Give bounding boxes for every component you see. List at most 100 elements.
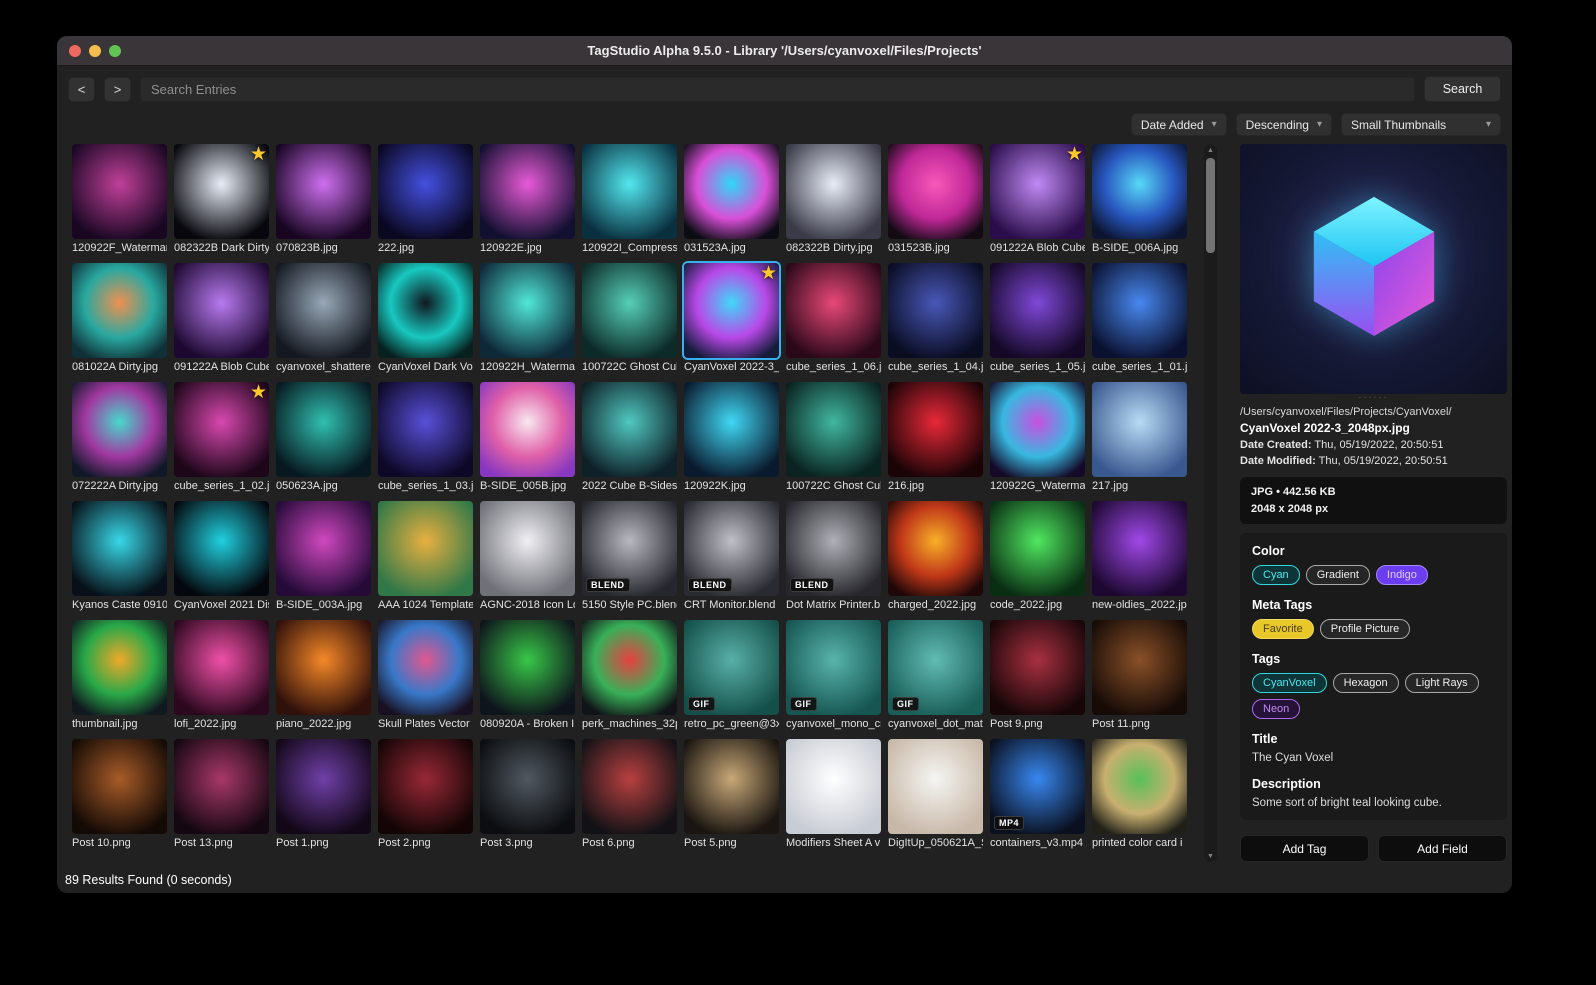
resize-handle[interactable]: ······ xyxy=(1240,393,1507,402)
grid-item[interactable]: ★ 082322B Dark Dirty xyxy=(174,144,269,254)
minimize-button[interactable] xyxy=(89,44,101,57)
grid-item[interactable]: 120922K.jpg xyxy=(684,382,779,492)
thumbnail-image[interactable] xyxy=(786,263,881,358)
grid-item[interactable]: cyanvoxel_shattered xyxy=(276,263,371,373)
thumbnail-image[interactable] xyxy=(888,144,983,239)
grid-item[interactable]: 080920A - Broken I xyxy=(480,620,575,730)
grid-item[interactable]: cube_series_1_04.jpg xyxy=(888,263,983,373)
grid-item[interactable]: code_2022.jpg xyxy=(990,501,1085,611)
grid-item[interactable]: Post 11.png xyxy=(1092,620,1187,730)
grid-item[interactable]: Post 10.png xyxy=(72,739,167,849)
grid-item[interactable]: perk_machines_32p xyxy=(582,620,677,730)
thumbnail-image[interactable] xyxy=(276,620,371,715)
tag-pill[interactable]: Neon xyxy=(1252,699,1301,719)
thumbnail-image[interactable] xyxy=(276,501,371,596)
scroll-down-icon[interactable]: ▼ xyxy=(1207,850,1214,862)
zoom-button[interactable] xyxy=(109,44,121,57)
thumbnail-image[interactable] xyxy=(684,739,779,834)
grid-item[interactable]: CyanVoxel Dark Vox xyxy=(378,263,473,373)
search-input[interactable] xyxy=(140,76,1415,102)
thumbnail-image[interactable] xyxy=(378,263,473,358)
thumbnail-image[interactable] xyxy=(786,382,881,477)
grid-item[interactable]: ★ 091222A Blob Cube xyxy=(990,144,1085,254)
thumbnail-image[interactable] xyxy=(174,739,269,834)
thumbnail-image[interactable] xyxy=(72,144,167,239)
grid-item[interactable]: BLEND CRT Monitor.blend xyxy=(684,501,779,611)
grid-item[interactable]: GIF retro_pc_green@3x xyxy=(684,620,779,730)
grid-item[interactable]: 091222A Blob Cube xyxy=(174,263,269,373)
grid-item[interactable]: ★ cube_series_1_02.jpg xyxy=(174,382,269,492)
thumbnail-image[interactable] xyxy=(480,263,575,358)
thumbnail-image[interactable] xyxy=(582,739,677,834)
thumbnail-image[interactable] xyxy=(378,620,473,715)
grid-item[interactable]: Post 13.png xyxy=(174,739,269,849)
thumbnail-image[interactable] xyxy=(480,501,575,596)
thumbnail-image[interactable]: ★ xyxy=(990,144,1085,239)
thumbnail-image[interactable] xyxy=(1092,144,1187,239)
thumbnail-image[interactable] xyxy=(888,501,983,596)
close-button[interactable] xyxy=(69,44,81,57)
thumbnail-image[interactable]: MP4 xyxy=(990,739,1085,834)
thumbnail-image[interactable] xyxy=(1092,739,1187,834)
thumbnail-image[interactable] xyxy=(72,739,167,834)
grid-item[interactable]: DigItUp_050621A_S xyxy=(888,739,983,849)
thumbnail-image[interactable] xyxy=(276,263,371,358)
grid-item[interactable]: cube_series_1_03.jpg xyxy=(378,382,473,492)
grid-item[interactable]: B-SIDE_005B.jpg xyxy=(480,382,575,492)
back-button[interactable]: < xyxy=(68,76,95,102)
grid-item[interactable]: Post 3.png xyxy=(480,739,575,849)
thumbnail-image[interactable] xyxy=(990,382,1085,477)
grid-item[interactable]: AGNC-2018 Icon Lo xyxy=(480,501,575,611)
thumbnail-image[interactable] xyxy=(480,739,575,834)
tag-pill[interactable]: Gradient xyxy=(1305,565,1370,585)
thumbnail-image[interactable] xyxy=(582,263,677,358)
tag-pill[interactable]: Cyan xyxy=(1252,565,1300,585)
scrollbar-thumb[interactable] xyxy=(1206,158,1215,253)
grid-item[interactable]: 120922F_Watermark xyxy=(72,144,167,254)
thumbnail-image[interactable] xyxy=(480,382,575,477)
grid-item[interactable]: 120922I_Compressed xyxy=(582,144,677,254)
grid-item[interactable]: Kyanos Caste 0910 xyxy=(72,501,167,611)
grid-item[interactable]: ★ CyanVoxel 2022-3_ xyxy=(684,263,779,373)
thumbnail-image[interactable] xyxy=(72,382,167,477)
thumbnail-image[interactable] xyxy=(990,620,1085,715)
thumbnail-image[interactable] xyxy=(378,739,473,834)
grid-item[interactable]: 217.jpg xyxy=(1092,382,1187,492)
thumbnail-image[interactable] xyxy=(174,620,269,715)
grid-item[interactable]: 072222A Dirty.jpg xyxy=(72,382,167,492)
thumbnail-image[interactable] xyxy=(480,620,575,715)
tag-pill[interactable]: Profile Picture xyxy=(1319,619,1411,639)
thumbnail-image[interactable] xyxy=(990,263,1085,358)
thumbnail-image[interactable] xyxy=(276,144,371,239)
grid-item[interactable]: Post 9.png xyxy=(990,620,1085,730)
grid-item[interactable]: GIF cyanvoxel_mono_cr xyxy=(786,620,881,730)
grid-item[interactable]: Post 6.png xyxy=(582,739,677,849)
sort-order-dropdown[interactable]: Descending ▾ xyxy=(1235,113,1332,136)
thumbnail-image[interactable] xyxy=(174,263,269,358)
thumbnail-image[interactable]: GIF xyxy=(684,620,779,715)
thumbnail-image[interactable] xyxy=(378,501,473,596)
grid-item[interactable]: B-SIDE_003A.jpg xyxy=(276,501,371,611)
grid-item[interactable]: Post 2.png xyxy=(378,739,473,849)
thumbnail-size-dropdown[interactable]: Small Thumbnails ▾ xyxy=(1341,113,1501,136)
grid-item[interactable]: CyanVoxel 2021 Dis xyxy=(174,501,269,611)
thumbnail-image[interactable]: BLEND xyxy=(684,501,779,596)
thumbnail-image[interactable] xyxy=(276,739,371,834)
grid-item[interactable]: 2022 Cube B-Sides xyxy=(582,382,677,492)
thumbnail-image[interactable] xyxy=(276,382,371,477)
titlebar[interactable]: TagStudio Alpha 9.5.0 - Library '/Users/… xyxy=(57,36,1512,66)
scrollbar[interactable]: ▲ ▼ xyxy=(1204,144,1217,862)
grid-item[interactable]: B-SIDE_006A.jpg xyxy=(1092,144,1187,254)
search-button[interactable]: Search xyxy=(1424,76,1501,102)
add-field-button[interactable]: Add Field xyxy=(1378,835,1507,862)
grid-item[interactable]: 031523A.jpg xyxy=(684,144,779,254)
grid-item[interactable]: 222.jpg xyxy=(378,144,473,254)
thumbnail-image[interactable] xyxy=(786,739,881,834)
thumbnail-image[interactable]: GIF xyxy=(888,620,983,715)
grid-item[interactable]: 120922E.jpg xyxy=(480,144,575,254)
grid-item[interactable]: 100722C Ghost Cube xyxy=(582,263,677,373)
tag-pill[interactable]: Hexagon xyxy=(1332,673,1399,693)
grid-item[interactable]: lofi_2022.jpg xyxy=(174,620,269,730)
thumbnail-image[interactable]: ★ xyxy=(174,382,269,477)
thumbnail-image[interactable] xyxy=(72,263,167,358)
